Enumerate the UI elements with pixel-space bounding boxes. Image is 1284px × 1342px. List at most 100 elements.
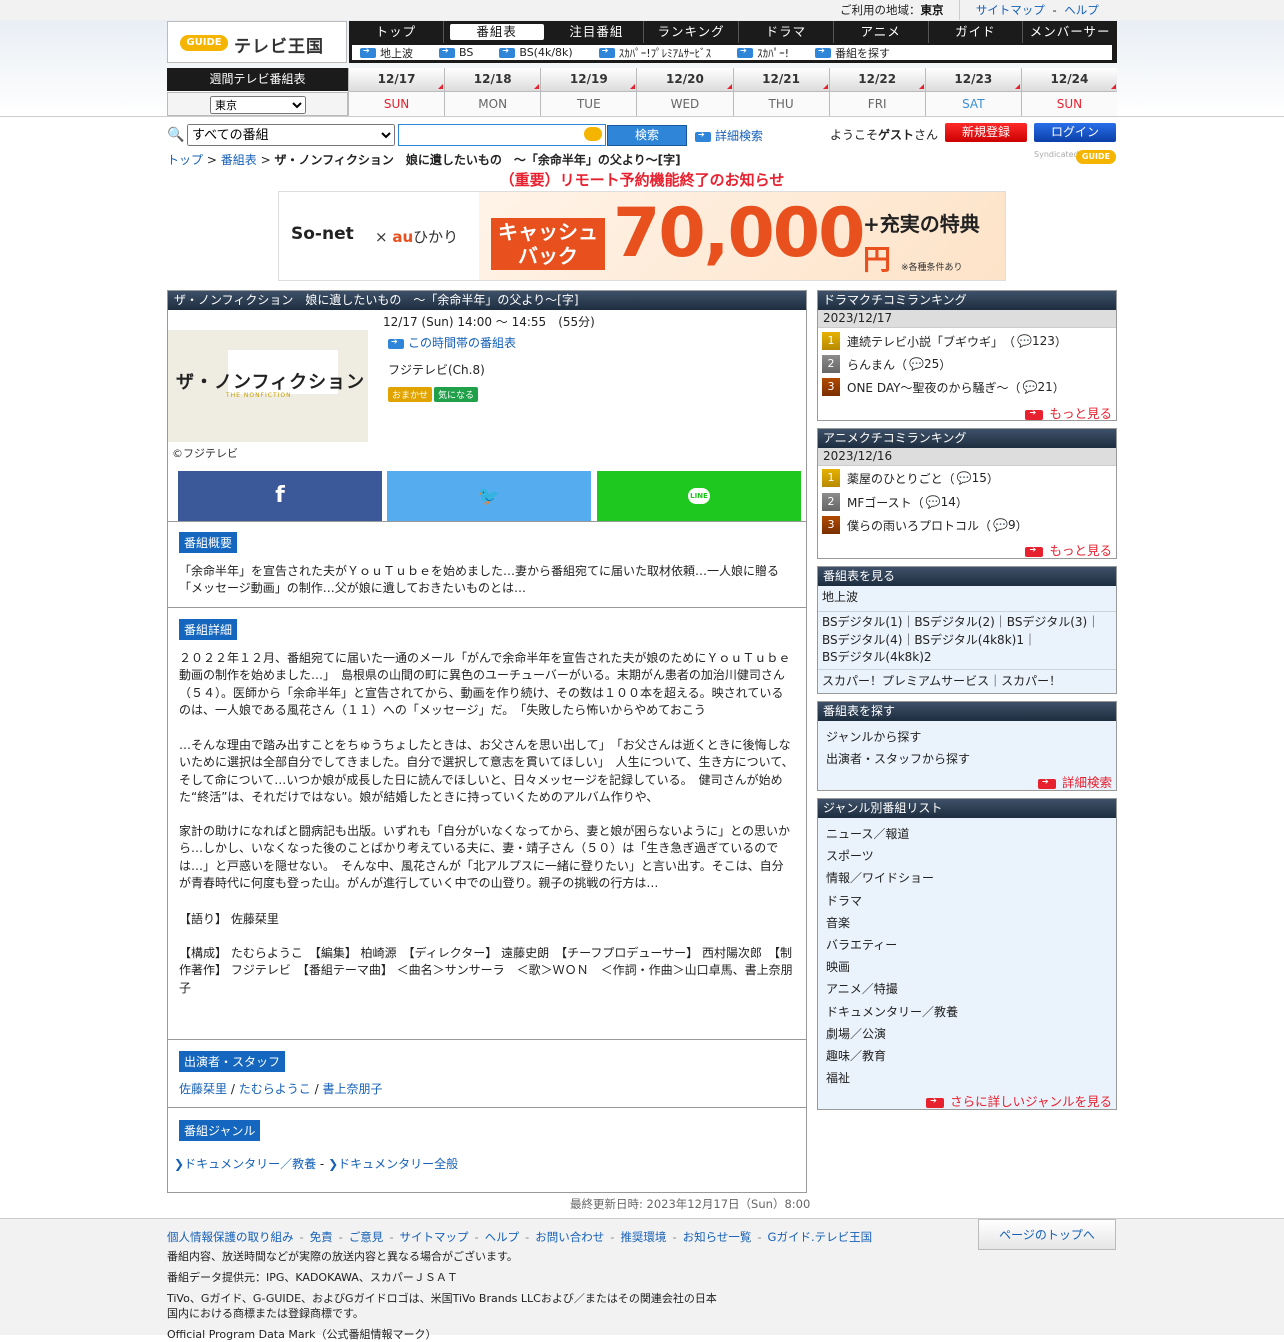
ranking-item[interactable]: 3 僕らの雨いろプロトコル（💬 9） — [822, 516, 1028, 534]
ranking-item[interactable]: 2 MFゴースト（💬 14） — [822, 493, 968, 511]
genre-item[interactable]: ドキュメンタリー／教養 — [826, 1003, 958, 1020]
comment-bubble-icon: 💬 — [925, 495, 941, 509]
subnav-skyperfect-premium[interactable]: ｽｶﾊﾟｰ!ﾌﾟﾚﾐｱﾑｻｰﾋﾞｽ — [619, 45, 711, 61]
breadcrumb-schedule[interactable]: 番組表 — [221, 153, 257, 167]
facebook-share-button[interactable]: f — [178, 471, 382, 521]
corner-triangle-icon — [534, 84, 540, 89]
genre-item[interactable]: スポーツ — [826, 847, 874, 864]
utility-bar: ご利用の地域：東京 サイトマップ - ヘルプ — [0, 0, 1284, 21]
breadcrumb-top[interactable]: トップ — [167, 153, 203, 167]
day-tab[interactable]: 12/23 SAT — [924, 68, 1021, 116]
separator: - — [299, 1230, 304, 1244]
thumbnail-title: ザ・ノンフィクション — [176, 372, 366, 393]
footer-link[interactable]: 免責 — [310, 1230, 333, 1244]
genre-link[interactable]: ❯ドキュメンタリー全般 — [328, 1157, 458, 1171]
cast-link[interactable]: 佐藤栞里 — [179, 1082, 227, 1096]
subnav-find[interactable]: 番組を探す — [835, 45, 890, 61]
genre-item[interactable]: 劇場／公演 — [826, 1025, 886, 1042]
day-weekday: THU — [733, 92, 829, 116]
arrow-icon — [695, 130, 711, 142]
ranking-item[interactable]: 1 連続テレビ小説「ブギウギ」（💬 123） — [822, 332, 1067, 350]
schedule-sky-links[interactable]: スカパー！プレミアムサービス｜スカパー！ — [822, 673, 1061, 691]
find-by-genre-link[interactable]: ジャンルから探す — [826, 728, 921, 745]
find-schedule-title: 番組表を探す — [818, 702, 1116, 721]
footer-link[interactable]: サイトマップ — [399, 1230, 468, 1244]
twitter-share-button[interactable]: 🐦 — [387, 471, 591, 521]
search-input[interactable] — [398, 124, 606, 146]
genre-more-link[interactable]: さらに詳しいジャンルを見る — [926, 1091, 1112, 1110]
genre-link[interactable]: ❯ドキュメンタリー／教養 — [174, 1157, 316, 1171]
footer-link[interactable]: お問い合わせ — [535, 1230, 604, 1244]
notice-link[interactable]: （重要）リモート予約機能終了のお知らせ — [0, 169, 1284, 190]
timeslot-link[interactable]: この時間帯の番組表 — [388, 334, 516, 351]
arrow-icon — [1025, 408, 1044, 420]
subnav-bs[interactable]: BS — [459, 46, 473, 59]
day-tab[interactable]: 12/24 SUN — [1020, 68, 1117, 116]
sitemap-link[interactable]: サイトマップ — [976, 3, 1045, 17]
help-link[interactable]: ヘルプ — [1064, 3, 1099, 17]
footer-link[interactable]: 個人情報保護の取り組み — [167, 1230, 294, 1244]
footer-link[interactable]: ご意見 — [349, 1230, 384, 1244]
site-logo[interactable]: GUIDE テレビ王国 — [167, 21, 347, 63]
omakase-button[interactable]: おまかせ — [388, 387, 433, 402]
day-date: 12/19 — [541, 68, 637, 92]
genre-item[interactable]: ニュース／報道 — [826, 825, 909, 842]
footer-link[interactable]: お知らせ一覧 — [683, 1230, 752, 1244]
search-category-select[interactable]: すべての番組 — [187, 124, 395, 146]
arrow-icon — [439, 46, 455, 58]
footer-link[interactable]: ヘルプ — [485, 1230, 520, 1244]
cast-link[interactable]: たむらようこ — [239, 1082, 311, 1096]
divider — [168, 521, 806, 522]
find-by-cast-link[interactable]: 出演者・スタッフから探す — [826, 750, 970, 767]
subnav-bs4k[interactable]: BS(4k/8k) — [519, 46, 572, 59]
footer-link[interactable]: Gガイド.テレビ王国 — [768, 1230, 873, 1244]
nav-ranking[interactable]: ランキング — [644, 21, 739, 43]
day-tab[interactable]: 12/19 TUE — [540, 68, 637, 116]
genre-item[interactable]: 情報／ワイドショー — [826, 869, 934, 886]
day-tab[interactable]: 12/17 SUN — [348, 68, 445, 116]
nav-member[interactable]: メンバーサービス — [1023, 21, 1117, 61]
cast-link[interactable]: 書上奈朋子 — [322, 1082, 382, 1096]
program-time: 12/17 (Sun) 14:00 ～ 14:55 (55分) — [383, 315, 595, 329]
signup-button[interactable]: 新規登録 — [945, 123, 1027, 142]
nav-anime[interactable]: アニメ — [834, 21, 929, 43]
login-button[interactable]: ログイン — [1034, 123, 1116, 142]
page-top-button[interactable]: ページのトップへ — [978, 1219, 1116, 1250]
nav-guide[interactable]: ガイド — [929, 21, 1024, 43]
facebook-icon: f — [275, 483, 285, 508]
find-advanced-link[interactable]: 詳細検索 — [1037, 772, 1112, 791]
day-tab[interactable]: 12/20 WED — [636, 68, 733, 116]
genre-item[interactable]: 音楽 — [826, 914, 850, 931]
ranking-item[interactable]: 3 ONE DAY～聖夜のから騒ぎ～（💬 21） — [822, 378, 1065, 396]
line-share-button[interactable]: LINE — [597, 471, 801, 521]
schedule-terrestrial-link[interactable]: 地上波 — [822, 589, 858, 607]
genre-item[interactable]: ドラマ — [826, 892, 862, 909]
genre-item[interactable]: 福祉 — [826, 1069, 850, 1086]
schedule-bs-links[interactable]: BSデジタル(1)｜BSデジタル(2)｜BSデジタル(3)｜ BSデジタル(4)｜… — [822, 614, 1099, 667]
day-tab[interactable]: 12/21 THU — [732, 68, 829, 116]
search-button[interactable]: 検索 — [607, 125, 687, 146]
subnav-terrestrial[interactable]: 地上波 — [380, 45, 413, 61]
area-select[interactable]: 東京 — [210, 96, 306, 114]
ranking-item[interactable]: 2 らんまん（💬 25） — [822, 355, 951, 373]
nav-drama[interactable]: ドラマ — [739, 21, 834, 43]
sub-nav: 地上波 BS BS(4k/8k) ｽｶﾊﾟｰ!ﾌﾟﾚﾐｱﾑｻｰﾋﾞｽ ｽｶﾊﾟｰ… — [349, 43, 1117, 63]
footer-link[interactable]: 推奨環境 — [620, 1230, 666, 1244]
ranking-item[interactable]: 1 薬屋のひとりごと（💬 15） — [822, 469, 999, 487]
kininaru-button[interactable]: 気になる — [434, 387, 479, 402]
nav-featured[interactable]: 注目番組 — [550, 21, 645, 43]
advanced-search-link[interactable]: 詳細検索 — [695, 127, 763, 144]
subnav-skyperfect[interactable]: ｽｶﾊﾟｰ! — [757, 45, 789, 61]
footer-trademark-1: TiVo、Gガイド、G-GUIDE、およびGガイドロゴは、米国TiVo Bran… — [167, 1292, 717, 1305]
anime-more-link[interactable]: もっと見る — [1025, 540, 1112, 559]
nav-top[interactable]: トップ — [349, 21, 444, 43]
genre-item[interactable]: 趣味／教育 — [826, 1047, 886, 1064]
genre-item[interactable]: アニメ／特撮 — [826, 980, 898, 997]
drama-more-link[interactable]: もっと見る — [1025, 403, 1112, 422]
day-tab[interactable]: 12/18 MON — [444, 68, 541, 116]
day-tab[interactable]: 12/22 FRI — [828, 68, 925, 116]
nav-schedule[interactable]: 番組表 — [449, 24, 544, 40]
genre-item[interactable]: バラエティー — [826, 936, 897, 953]
genre-item[interactable]: 映画 — [826, 958, 850, 975]
ad-banner[interactable]: So-net × auひかり キャッシュ バック 70,000 +充実の特典 円 … — [278, 191, 1006, 281]
